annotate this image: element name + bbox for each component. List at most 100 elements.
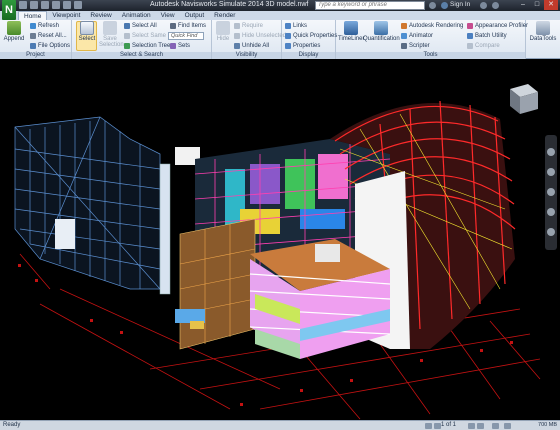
next-sheet-button[interactable] [468,423,475,429]
tab-home[interactable]: Home [18,11,48,20]
ribbon: Append Refresh Reset All... File Options… [0,20,560,59]
steering-wheel-icon[interactable] [547,148,555,156]
refresh-button[interactable]: Refresh [30,22,59,30]
reset-all-label: Reset All... [38,33,67,39]
scripter-button[interactable]: Scripter [401,42,430,50]
exchange-icon[interactable] [480,2,487,9]
application-menu-button[interactable]: N [2,0,16,20]
visibility-panel: Hide Require Hide Unselected Unhide All … [212,20,286,59]
binoculars-icon[interactable] [429,2,436,9]
print-icon[interactable] [52,1,60,9]
timeliner-icon [344,21,358,35]
redo-icon[interactable] [74,1,82,9]
save-selection-icon [103,21,117,35]
open-icon[interactable] [30,1,38,9]
scripter-icon [401,43,407,49]
appearance-profiler-label: Appearance Profiler [475,23,529,29]
status-text: Ready [3,422,21,428]
tab-output[interactable]: Output [180,11,210,20]
select-same-button[interactable]: Select Same [124,32,166,40]
links-icon [285,23,291,29]
unhide-all-button[interactable]: Unhide All [234,42,269,50]
tab-render[interactable]: Render [209,11,240,20]
append-button[interactable]: Append [3,21,25,42]
sheet-browser-button[interactable] [492,423,499,429]
animator-button[interactable]: Animator [401,32,433,40]
batch-utility-button[interactable]: Batch Utility [467,32,507,40]
hide-unselected-icon [234,33,240,39]
selection-tree-label: Selection Tree [132,43,171,49]
help-search-input[interactable]: Type a keyword or phrase [315,1,425,10]
sign-in-button[interactable]: Sign In [450,1,470,8]
datatools-button[interactable]: DataTools [527,21,559,42]
previous-sheet-button[interactable] [434,423,441,429]
user-icon[interactable] [441,2,448,9]
display-panel-title[interactable]: Display [282,52,335,59]
find-items-button[interactable]: Find Items [170,22,206,30]
status-bar: Ready 1 of 1 700 MB [0,420,560,430]
appearance-profiler-icon [467,23,473,29]
compare-button[interactable]: Compare [467,42,500,50]
window-controls: – □ ✕ [516,0,558,10]
sets-dropdown[interactable]: Sets [170,42,190,50]
select-all-button[interactable]: Select All [124,22,157,30]
quick-properties-label: Quick Properties [293,33,338,39]
hide-icon [216,21,230,35]
save-selection-button[interactable]: Save Selection [99,21,124,48]
tab-viewpoint[interactable]: Viewpoint [47,11,85,20]
first-sheet-button[interactable] [425,423,432,429]
animator-icon [401,33,407,39]
selection-tree-button[interactable]: Selection Tree [124,42,170,50]
select-search-panel-title[interactable]: Select & Search [72,52,211,59]
project-panel-title[interactable]: Project [0,52,71,59]
batch-utility-icon [467,33,473,39]
compare-icon [467,43,473,49]
file-options-button[interactable]: File Options [30,42,70,50]
tools-panel-title[interactable]: Tools [336,52,525,59]
quantification-button[interactable]: Quantification [363,21,400,42]
close-button[interactable]: ✕ [544,0,558,10]
appearance-profiler-button[interactable]: Appearance Profiler [467,22,528,30]
display-panel: Links Quick Properties Properties Displa… [282,20,337,59]
page-indicator: 1 of 1 [441,422,457,428]
hide-button[interactable]: Hide [214,21,232,42]
undo-icon[interactable] [63,1,71,9]
quick-find-input[interactable]: Quick Find [168,32,204,40]
properties-button[interactable]: Properties [285,42,320,50]
select-all-label: Select All [132,23,157,29]
autodesk-rendering-button[interactable]: Autodesk Rendering [401,22,463,30]
visibility-panel-title[interactable]: Visibility [212,52,281,59]
file-options-icon [30,43,36,49]
hide-unselected-button[interactable]: Hide Unselected [234,32,286,40]
last-sheet-button[interactable] [477,423,484,429]
tools-panel: TimeLiner Quantification Autodesk Render… [336,20,528,59]
save-icon[interactable] [41,1,49,9]
help-icon[interactable] [492,2,499,9]
tab-view[interactable]: View [156,11,180,20]
tab-review[interactable]: Review [85,11,116,20]
datatools-panel: DataTools [526,20,560,59]
reset-icon [30,33,36,39]
links-button[interactable]: Links [285,22,307,30]
select-same-icon [124,33,130,39]
tab-animation[interactable]: Animation [117,11,156,20]
reset-all-button[interactable]: Reset All... [30,32,67,40]
look-icon[interactable] [547,228,555,236]
timeliner-button[interactable]: TimeLiner [338,21,364,42]
viewcube[interactable] [510,84,538,114]
pan-hand-icon[interactable] [547,168,555,176]
3d-viewport[interactable] [0,59,542,420]
new-icon[interactable] [19,1,27,9]
maximize-button[interactable]: □ [530,0,544,10]
select-same-label: Select Same [132,33,167,39]
minimize-button[interactable]: – [516,0,530,10]
zoom-icon[interactable] [547,188,555,196]
quick-properties-button[interactable]: Quick Properties [285,32,337,40]
require-label: Require [242,23,264,29]
ribbon-tabs: Home Viewpoint Review Animation View Out… [18,11,240,20]
quick-properties-icon [285,33,291,39]
require-button[interactable]: Require [234,22,263,30]
select-button[interactable]: Select [77,21,97,42]
datatools-label: DataTools [529,36,557,42]
orbit-icon[interactable] [547,208,555,216]
